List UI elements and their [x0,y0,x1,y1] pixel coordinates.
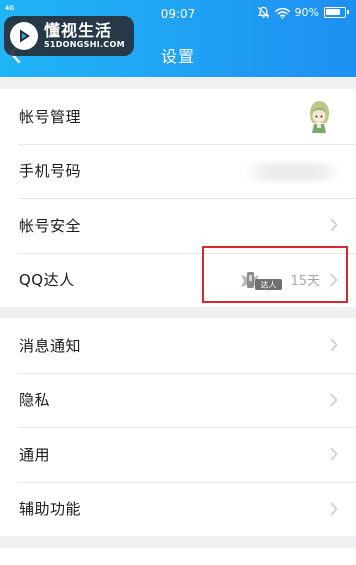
avatar[interactable] [302,98,336,134]
redacted-phone-number [244,162,342,181]
row-label: 帐号安全 [19,216,82,235]
chevron-right-icon [330,448,338,461]
settings-row-account-security[interactable]: 帐号安全 [0,198,356,253]
watermark-name-cn: 懂视生活 [44,21,113,40]
battery-icon [324,7,349,18]
settings-row-phone-number[interactable]: 手机号码 [0,143,356,199]
settings-row-general[interactable]: 通用 [0,427,356,482]
settings-group-more [0,548,356,565]
watermark-logo: 懂视生活 51DONGSHI.COM [4,16,134,56]
row-label: 通用 [19,445,51,464]
row-label: QQ达人 [19,271,75,290]
row-label: 消息通知 [19,336,82,355]
chevron-right-icon [330,502,338,515]
row-label: 手机号码 [19,162,82,181]
notification-muted-icon [257,6,269,19]
chevron-right-icon [330,393,338,406]
battery-percent: 90% [294,6,319,19]
chevron-right-icon [330,339,338,352]
row-label: 隐私 [19,391,51,410]
settings-group-general: 消息通知 隐私 通用 辅助功能 [0,318,356,536]
settings-row-account-management[interactable]: 帐号管理 [0,89,356,144]
row-label: 帐号管理 [19,107,82,126]
chevron-right-icon [330,219,338,232]
settings-row-privacy[interactable]: 隐私 [0,372,356,428]
highlight-annotation-box [202,246,348,303]
play-logo-icon [10,22,38,50]
wifi-icon [274,7,290,19]
row-label: 辅助功能 [19,500,82,519]
settings-row-accessibility[interactable]: 辅助功能 [0,481,356,537]
watermark-name-en: 51DONGSHI.COM [44,40,125,49]
status-icons: 90% [257,6,349,19]
settings-row-message-notification[interactable]: 消息通知 [0,318,356,373]
